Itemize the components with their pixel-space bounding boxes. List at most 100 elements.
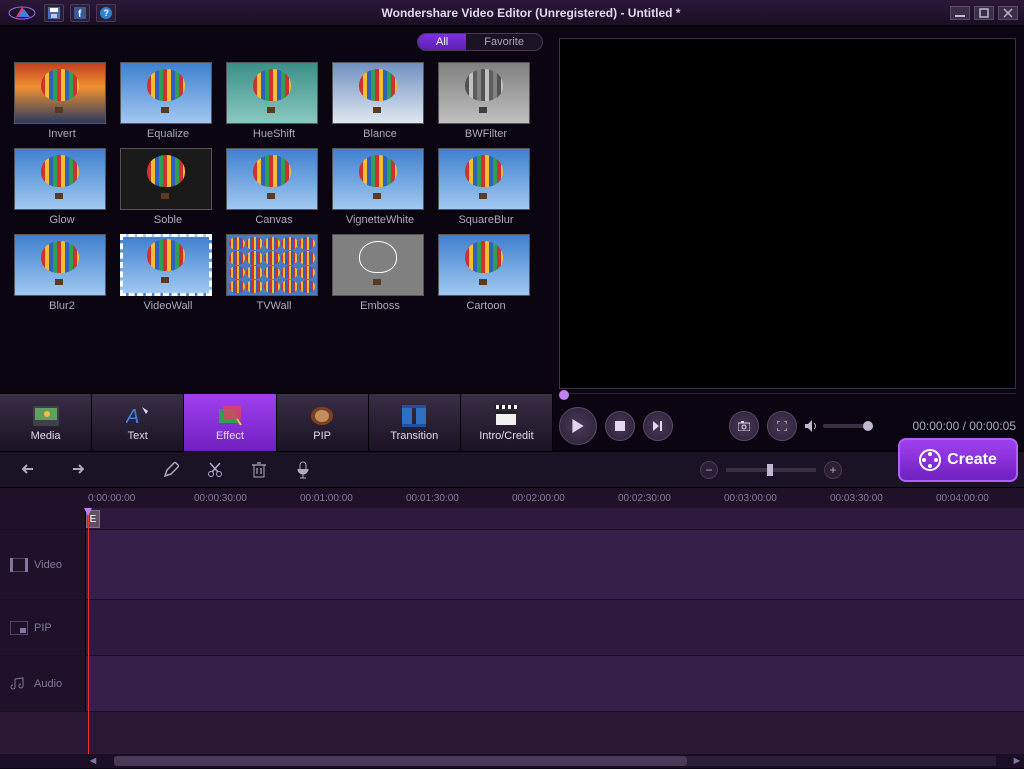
track-area: E Video PIP Audio — [0, 508, 1024, 754]
video-track[interactable] — [86, 530, 1024, 599]
edit-button[interactable] — [160, 459, 182, 481]
ruler-mark: 00:03:30:00 — [830, 493, 883, 504]
audio-track-header[interactable]: Audio — [0, 656, 86, 711]
clip-track[interactable]: E — [86, 508, 1024, 529]
category-label: Media — [31, 430, 61, 442]
zoom-out-button[interactable]: − — [700, 461, 718, 479]
media-icon — [32, 404, 60, 428]
timeline-toolbar: − + — [0, 451, 1024, 487]
effect-thumb-videowall[interactable]: VideoWall — [120, 234, 216, 312]
effect-thumb-glow[interactable]: Glow — [14, 148, 110, 226]
timeline: 0:00:00:0000:00:30:0000:01:00:0000:01:30… — [0, 487, 1024, 768]
preview-screen[interactable] — [559, 38, 1016, 389]
effect-thumb-invert[interactable]: Invert — [14, 62, 110, 140]
cut-button[interactable] — [204, 459, 226, 481]
filter-favorite-tab[interactable]: Favorite — [466, 34, 542, 50]
facebook-button[interactable]: f — [70, 4, 90, 22]
thumb-label: Soble — [120, 214, 216, 226]
category-label: PIP — [313, 430, 331, 442]
thumb-label: VignetteWhite — [332, 214, 428, 226]
audio-track[interactable] — [86, 656, 1024, 711]
category-intro[interactable]: Intro/Credit — [461, 394, 553, 451]
svg-text:?: ? — [104, 8, 110, 18]
category-effect[interactable]: Effect — [184, 394, 276, 451]
maximize-button[interactable] — [974, 6, 994, 20]
create-button[interactable]: Create — [898, 438, 1018, 482]
preview-panel: 00:00:00 / 00:00:05 — [553, 26, 1024, 451]
seek-playhead[interactable] — [559, 390, 569, 400]
timeline-scrollbar[interactable]: ◄ ► — [0, 754, 1024, 768]
time-readout: 00:00:00 / 00:00:05 — [913, 419, 1016, 433]
thumb-label: SquareBlur — [438, 214, 534, 226]
category-pip[interactable]: PIP — [277, 394, 369, 451]
preview-seekbar[interactable] — [559, 393, 1016, 403]
ruler-mark: 00:01:30:00 — [406, 493, 459, 504]
volume-slider[interactable] — [823, 424, 873, 428]
snapshot-button[interactable] — [729, 411, 759, 441]
effect-thumb-bwfilter[interactable]: BWFilter — [438, 62, 534, 140]
category-media[interactable]: Media — [0, 394, 92, 451]
scroll-left-arrow[interactable]: ◄ — [86, 754, 100, 768]
effect-thumb-vignettewhite[interactable]: VignetteWhite — [332, 148, 428, 226]
help-button[interactable]: ? — [96, 4, 116, 22]
thumb-label: VideoWall — [120, 300, 216, 312]
filter-all-tab[interactable]: All — [418, 34, 466, 50]
pip-track-header[interactable]: PIP — [0, 600, 86, 655]
effect-grid[interactable]: Invert Equalize HueShiftBlanceBWFilter Glow… — [0, 54, 553, 393]
category-transition[interactable]: Transition — [369, 394, 461, 451]
category-label: Effect — [216, 430, 244, 442]
video-track-label: Video — [34, 559, 62, 571]
create-label: Create — [947, 451, 997, 469]
voiceover-button[interactable] — [292, 459, 314, 481]
pip-track[interactable] — [86, 600, 1024, 655]
effect-thumb-canvas[interactable]: Canvas — [226, 148, 322, 226]
video-track-header[interactable]: Video — [0, 530, 86, 599]
minimize-button[interactable] — [950, 6, 970, 20]
redo-button[interactable] — [64, 459, 86, 481]
zoom-in-button[interactable]: + — [824, 461, 842, 479]
effect-thumb-tvwall[interactable]: TVWall — [226, 234, 322, 312]
titlebar: f ? Wondershare Video Editor (Unregister… — [0, 0, 1024, 26]
scroll-right-arrow[interactable]: ► — [1010, 754, 1024, 768]
scrollbar-thumb[interactable] — [114, 756, 687, 766]
volume-control[interactable] — [805, 420, 873, 432]
save-button[interactable] — [44, 4, 64, 22]
fullscreen-button[interactable] — [767, 411, 797, 441]
delete-button[interactable] — [248, 459, 270, 481]
thumb-label: Emboss — [332, 300, 428, 312]
ruler-mark: 0:00:00:00 — [88, 493, 135, 504]
text-icon: A — [124, 404, 152, 428]
next-frame-button[interactable] — [643, 411, 673, 441]
category-text[interactable]: AText — [92, 394, 184, 451]
thumb-label: Blur2 — [14, 300, 110, 312]
close-button[interactable] — [998, 6, 1018, 20]
film-reel-icon — [919, 449, 941, 471]
thumb-label: Equalize — [120, 128, 216, 140]
effect-thumb-blur2[interactable]: Blur2 — [14, 234, 110, 312]
transition-icon — [400, 404, 428, 428]
effect-thumb-cartoon[interactable]: Cartoon — [438, 234, 534, 312]
play-button[interactable] — [559, 407, 597, 445]
ruler-mark: 00:04:00:00 — [936, 493, 989, 504]
undo-button[interactable] — [20, 459, 42, 481]
window-title: Wondershare Video Editor (Unregistered) … — [116, 6, 946, 20]
ruler-mark: 00:02:00:00 — [512, 493, 565, 504]
ruler-mark: 00:03:00:00 — [724, 493, 777, 504]
svg-text:A: A — [126, 406, 139, 427]
category-label: Transition — [390, 430, 438, 442]
effect-thumb-emboss[interactable]: Emboss — [332, 234, 428, 312]
effect-thumb-hueshift[interactable]: HueShift — [226, 62, 322, 140]
stop-button[interactable] — [605, 411, 635, 441]
filter-tabs: All Favorite — [0, 26, 553, 54]
ruler-mark: 00:00:30:00 — [194, 493, 247, 504]
intro-icon — [492, 404, 520, 428]
effect-thumb-squareblur[interactable]: SquareBlur — [438, 148, 534, 226]
effect-thumb-soble[interactable]: Soble — [120, 148, 216, 226]
timeline-ruler[interactable]: 0:00:00:0000:00:30:0000:01:00:0000:01:30… — [0, 488, 1024, 508]
timeline-playhead[interactable] — [88, 508, 89, 754]
zoom-control: − + — [700, 461, 842, 479]
effect-thumb-equalize[interactable]: Equalize — [120, 62, 216, 140]
effect-icon — [216, 404, 244, 428]
effect-thumb-blance[interactable]: Blance — [332, 62, 428, 140]
zoom-slider[interactable] — [726, 468, 816, 472]
